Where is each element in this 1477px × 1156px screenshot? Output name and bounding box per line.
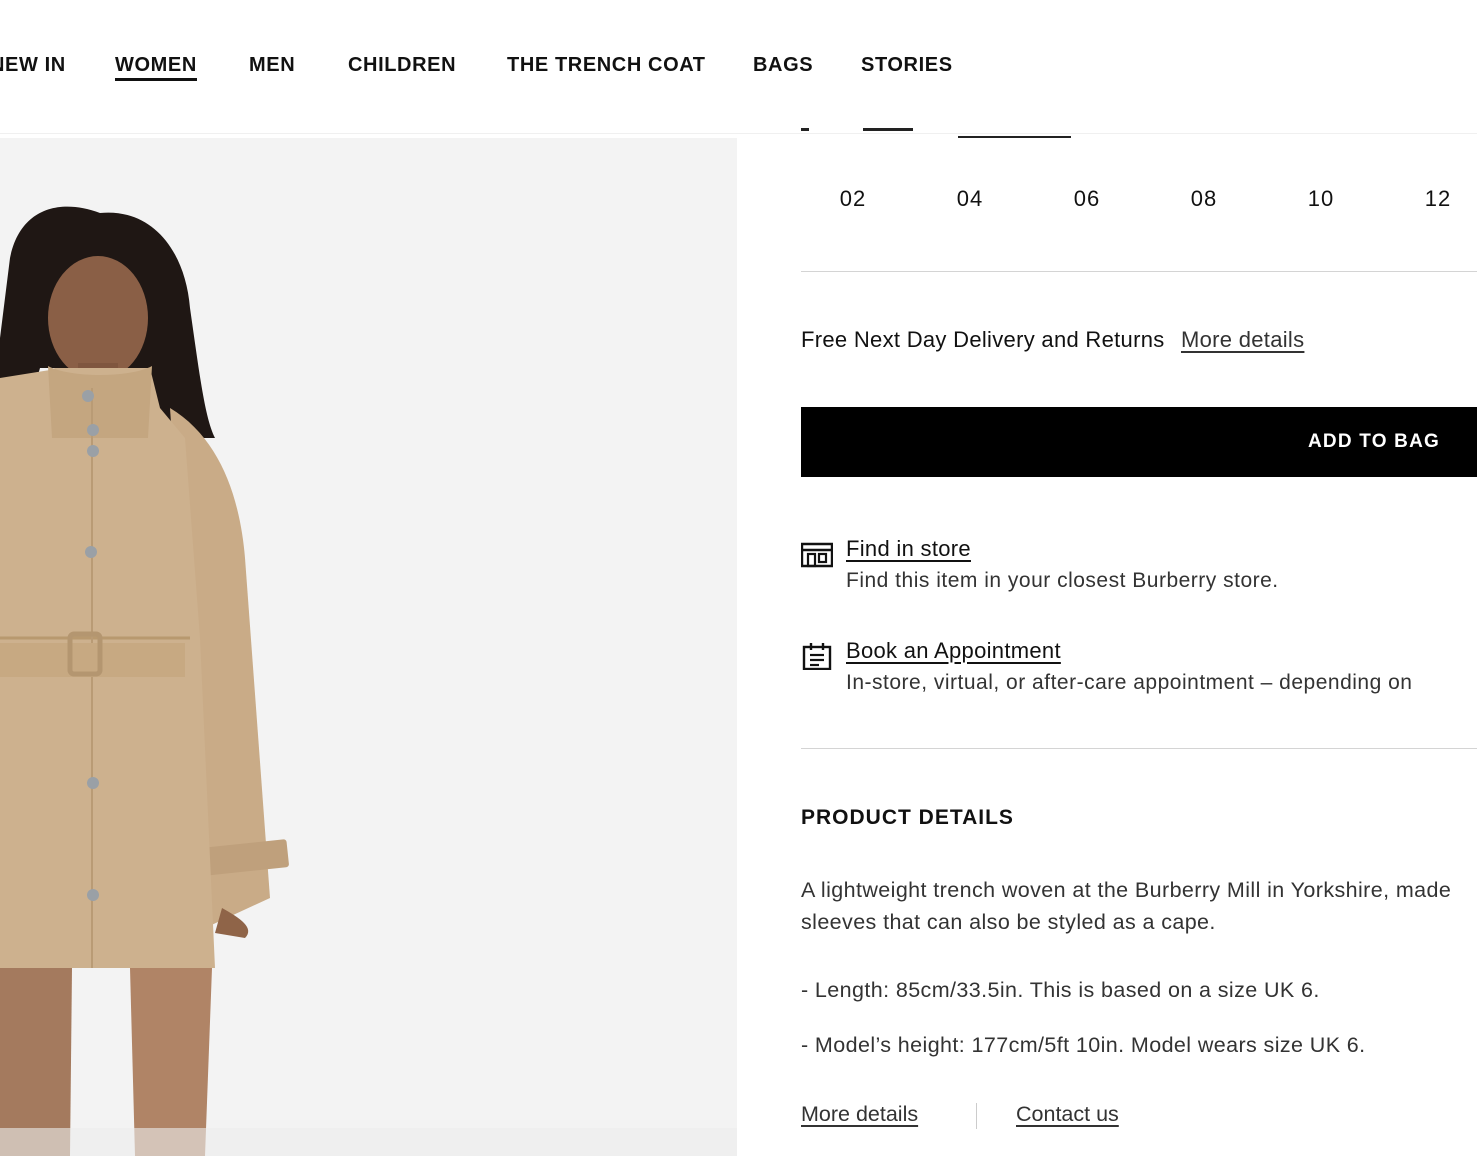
detail-bullet-model-height: - Model’s height: 177cm/5ft 10in. Model … xyxy=(801,1033,1366,1057)
size-option-10[interactable]: 10 xyxy=(1286,186,1356,212)
find-in-store-section: Find in store Find this item in your clo… xyxy=(801,536,1477,606)
store-icon xyxy=(801,542,833,568)
find-in-store-description: Find this item in your closest Burberry … xyxy=(846,569,1279,592)
more-details-link[interactable]: More details xyxy=(801,1102,918,1127)
product-info-panel: 02 04 06 08 10 12 Free Next Day Delivery… xyxy=(801,0,1477,1156)
delivery-more-details-link[interactable]: More details xyxy=(1181,327,1304,352)
product-image[interactable] xyxy=(0,138,737,1156)
delivery-text: Free Next Day Delivery and Returns xyxy=(801,327,1165,352)
product-details-description: A lightweight trench woven at the Burber… xyxy=(801,874,1477,938)
add-to-bag-button[interactable]: ADD TO BAG xyxy=(801,407,1477,477)
size-option-12[interactable]: 12 xyxy=(1403,186,1473,212)
nav-item-new-in[interactable]: NEW IN xyxy=(0,54,66,76)
size-option-02[interactable]: 02 xyxy=(818,186,888,212)
size-option-08[interactable]: 08 xyxy=(1169,186,1239,212)
book-appointment-description: In-store, virtual, or after-care appoint… xyxy=(846,671,1413,694)
divider xyxy=(801,271,1477,272)
product-details-heading: PRODUCT DETAILS xyxy=(801,806,1014,829)
size-guide-row-clipped xyxy=(801,122,1101,140)
nav-item-women[interactable]: WOMEN xyxy=(115,54,197,81)
link-separator xyxy=(976,1103,977,1129)
description-line: sleeves that can also be styled as a cap… xyxy=(801,910,1216,934)
nav-item-men[interactable]: MEN xyxy=(249,54,295,76)
contact-us-link[interactable]: Contact us xyxy=(1016,1102,1119,1127)
find-in-store-link[interactable]: Find in store xyxy=(846,536,971,562)
calendar-icon xyxy=(802,643,832,670)
description-line: A lightweight trench woven at the Burber… xyxy=(801,878,1452,902)
divider xyxy=(801,748,1477,749)
size-option-04[interactable]: 04 xyxy=(935,186,1005,212)
delivery-info: Free Next Day Delivery and Returns More … xyxy=(801,327,1304,353)
size-guide-link-clipped[interactable] xyxy=(958,136,1071,138)
model-wearing-trench-coat-image xyxy=(0,138,737,1156)
nav-item-the-trench-coat[interactable]: THE TRENCH COAT xyxy=(507,54,706,76)
size-selector: 02 04 06 08 10 12 xyxy=(801,186,1477,216)
nav-item-children[interactable]: CHILDREN xyxy=(348,54,456,76)
size-option-06[interactable]: 06 xyxy=(1052,186,1122,212)
detail-bullet-length: - Length: 85cm/33.5in. This is based on … xyxy=(801,978,1320,1002)
book-appointment-section: Book an Appointment In-store, virtual, o… xyxy=(801,638,1477,708)
book-appointment-link[interactable]: Book an Appointment xyxy=(846,638,1061,664)
